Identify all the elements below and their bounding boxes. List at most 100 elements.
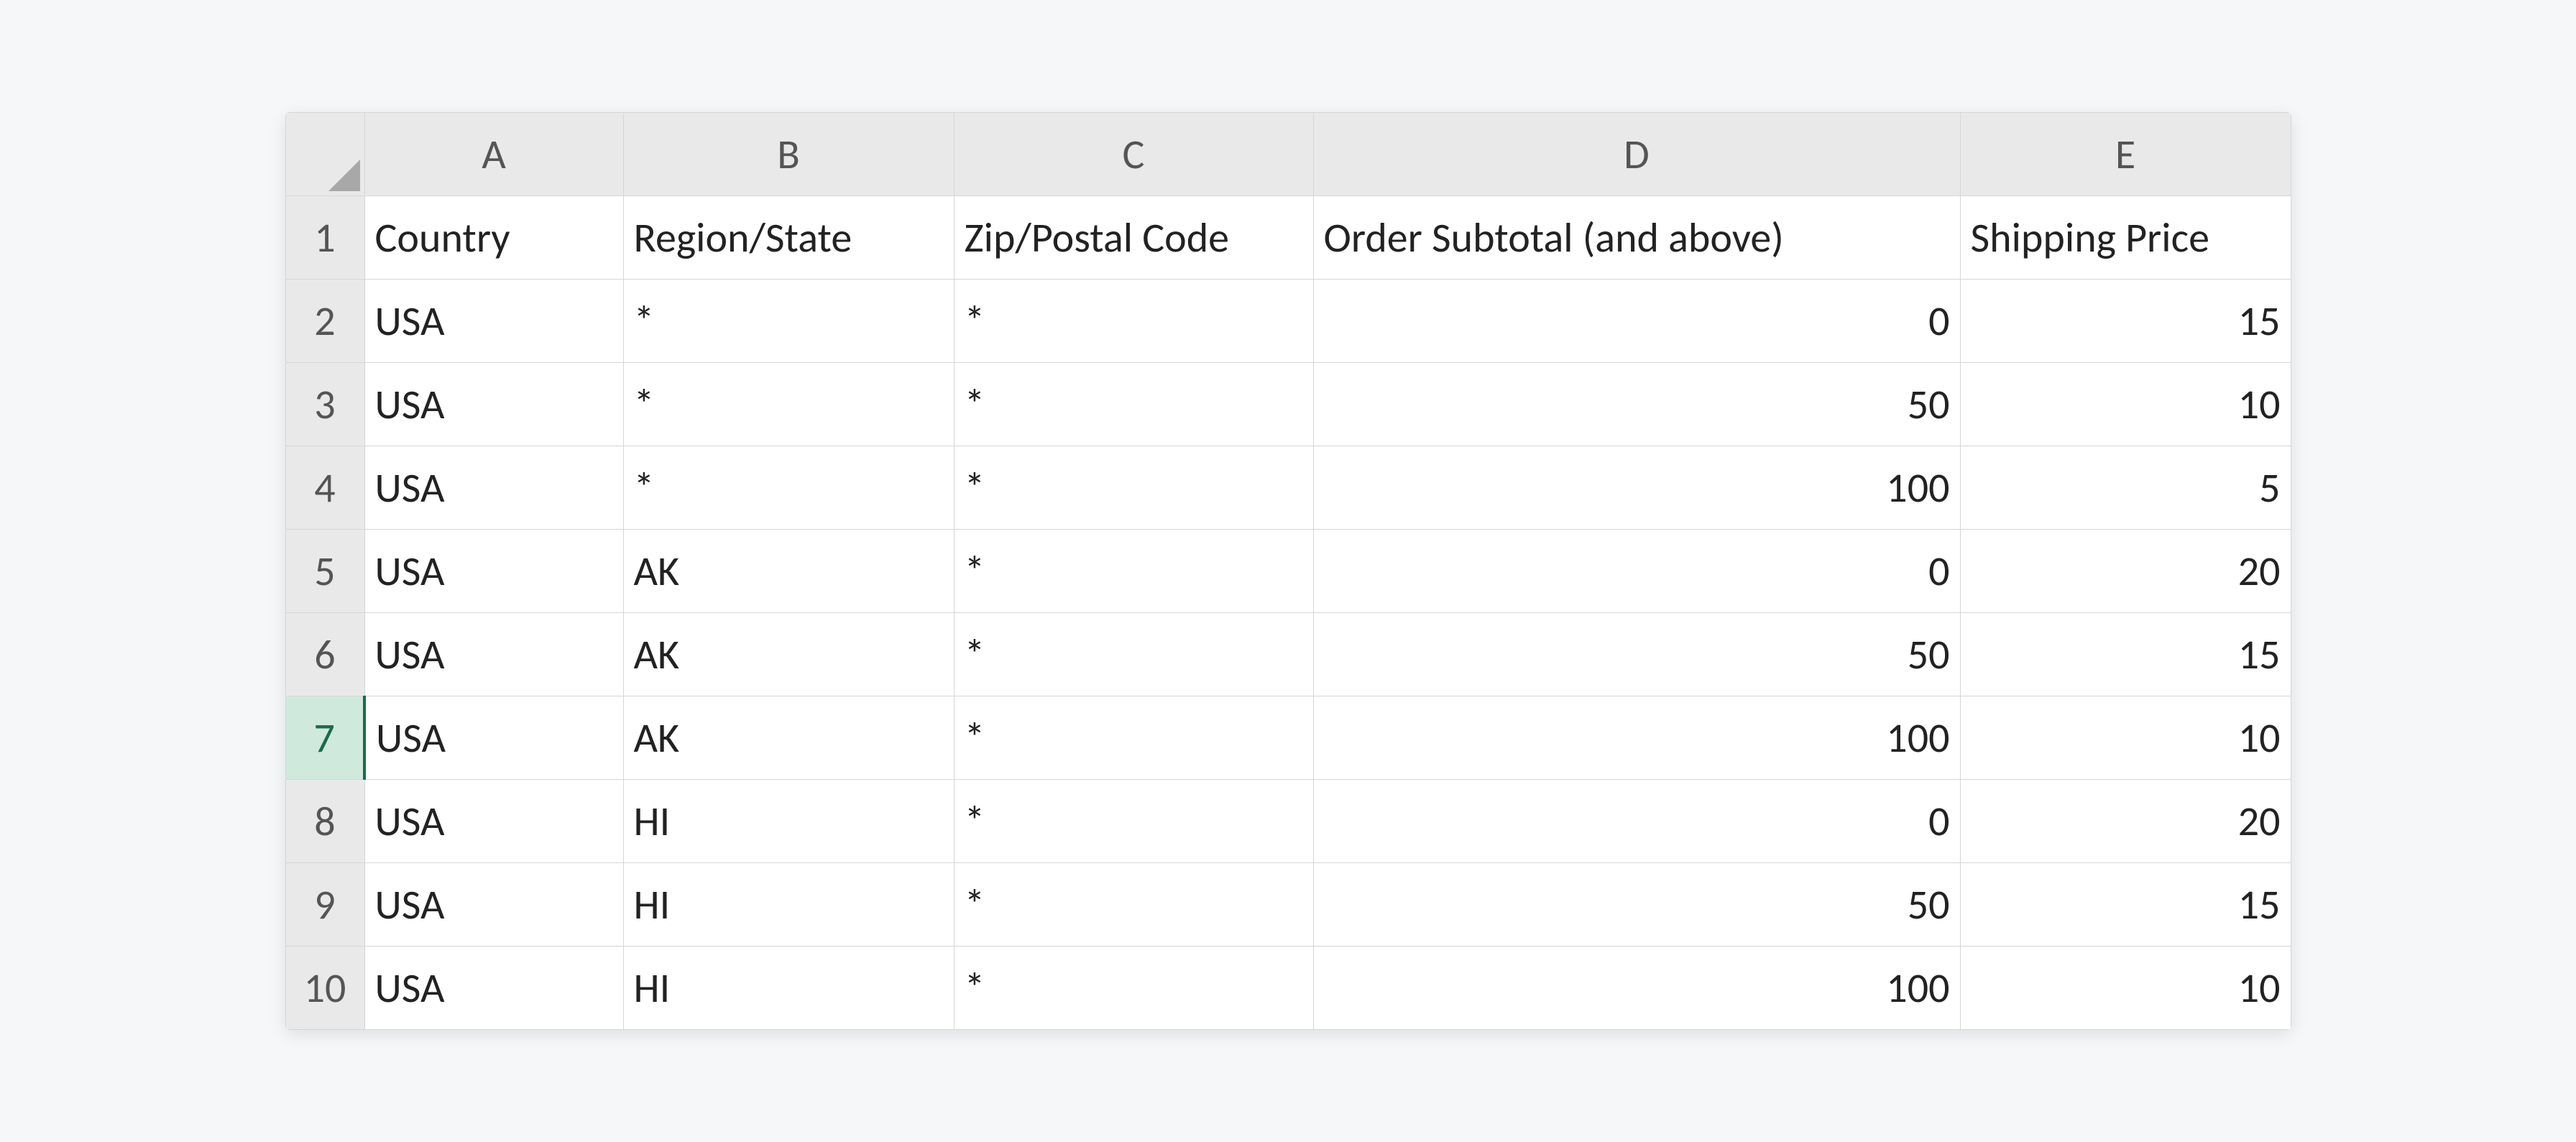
cell-e2[interactable]: 15: [1960, 280, 2291, 363]
cell-value: AK: [634, 712, 680, 763]
row-header-1[interactable]: 1: [285, 196, 364, 280]
column-header-c[interactable]: C: [954, 113, 1313, 196]
cell-b4[interactable]: *: [623, 446, 954, 530]
table-row: 4 USA * * 100 5: [285, 446, 2291, 530]
row-header-label: 10: [304, 962, 346, 1013]
cell-b2[interactable]: *: [623, 280, 954, 363]
row-header-2[interactable]: 2: [285, 280, 364, 363]
row-header-label: 5: [314, 545, 335, 597]
cell-value: *: [634, 462, 655, 513]
row-header-label: 2: [314, 295, 335, 346]
cell-value: 100: [1886, 462, 1949, 513]
column-header-d[interactable]: D: [1313, 113, 1960, 196]
row-header-10[interactable]: 10: [285, 947, 364, 1030]
cell-d8[interactable]: 0: [1313, 780, 1960, 863]
cell-e9[interactable]: 15: [1960, 863, 2291, 947]
row-header-8[interactable]: 8: [285, 780, 364, 863]
cell-value: 15: [2238, 295, 2281, 346]
column-header-label: C: [1123, 129, 1145, 180]
table-row: 9 USA HI * 50 15: [285, 863, 2291, 947]
cell-a1[interactable]: Country: [364, 196, 623, 280]
cell-b6[interactable]: AK: [623, 613, 954, 696]
row-header-7[interactable]: 7: [285, 696, 364, 780]
row-header-3[interactable]: 3: [285, 363, 364, 446]
cell-value: *: [965, 379, 985, 430]
cell-a4[interactable]: USA: [364, 446, 623, 530]
cell-a6[interactable]: USA: [364, 613, 623, 696]
cell-c9[interactable]: *: [954, 863, 1313, 947]
cell-value: Order Subtotal (and above): [1324, 212, 1784, 263]
cell-a8[interactable]: USA: [364, 780, 623, 863]
cell-value: USA: [375, 629, 445, 680]
cell-d4[interactable]: 100: [1313, 446, 1960, 530]
row-header-4[interactable]: 4: [285, 446, 364, 530]
column-header-a[interactable]: A: [364, 113, 623, 196]
table-row: 6 USA AK * 50 15: [285, 613, 2291, 696]
cell-e7[interactable]: 10: [1960, 696, 2291, 780]
cell-d6[interactable]: 50: [1313, 613, 1960, 696]
cell-d9[interactable]: 50: [1313, 863, 1960, 947]
cell-c6[interactable]: *: [954, 613, 1313, 696]
cell-a9[interactable]: USA: [364, 863, 623, 947]
cell-d1[interactable]: Order Subtotal (and above): [1313, 196, 1960, 280]
cell-b9[interactable]: HI: [623, 863, 954, 947]
cell-d5[interactable]: 0: [1313, 530, 1960, 613]
cell-value: AK: [634, 545, 680, 597]
row-header-label: 6: [314, 629, 335, 680]
cell-value: *: [965, 879, 985, 930]
cell-value: USA: [375, 962, 445, 1013]
cell-a5[interactable]: USA: [364, 530, 623, 613]
cell-b8[interactable]: HI: [623, 780, 954, 863]
row-header-6[interactable]: 6: [285, 613, 364, 696]
cell-value: *: [965, 796, 985, 847]
spreadsheet-grid[interactable]: A B C D E 1 Country Region/State Zip/Pos…: [285, 112, 2291, 1030]
column-header-b[interactable]: B: [623, 113, 954, 196]
cell-c7[interactable]: *: [954, 696, 1313, 780]
cell-e3[interactable]: 10: [1960, 363, 2291, 446]
cell-e10[interactable]: 10: [1960, 947, 2291, 1030]
cell-b7[interactable]: AK: [623, 696, 954, 780]
cell-e5[interactable]: 20: [1960, 530, 2291, 613]
cell-c1[interactable]: Zip/Postal Code: [954, 196, 1313, 280]
cell-value: Zip/Postal Code: [965, 212, 1230, 263]
column-header-e[interactable]: E: [1960, 113, 2291, 196]
table-row: 10 USA HI * 100 10: [285, 947, 2291, 1030]
column-header-label: E: [2115, 129, 2135, 180]
cell-value: *: [965, 545, 985, 597]
cell-a7[interactable]: USA: [364, 696, 623, 780]
cell-c8[interactable]: *: [954, 780, 1313, 863]
cell-e1[interactable]: Shipping Price: [1960, 196, 2291, 280]
cell-d2[interactable]: 0: [1313, 280, 1960, 363]
table-row: 1 Country Region/State Zip/Postal Code O…: [285, 196, 2291, 280]
cell-d7[interactable]: 100: [1313, 696, 1960, 780]
cell-d10[interactable]: 100: [1313, 947, 1960, 1030]
cell-a10[interactable]: USA: [364, 947, 623, 1030]
row-header-label: 7: [314, 712, 335, 763]
cell-value: USA: [375, 295, 445, 346]
cell-value: 10: [2238, 379, 2281, 430]
cell-e6[interactable]: 15: [1960, 613, 2291, 696]
cell-b1[interactable]: Region/State: [623, 196, 954, 280]
select-all-corner[interactable]: [285, 113, 364, 196]
cell-b5[interactable]: AK: [623, 530, 954, 613]
cell-c3[interactable]: *: [954, 363, 1313, 446]
cell-b3[interactable]: *: [623, 363, 954, 446]
cell-value: 15: [2238, 629, 2281, 680]
cell-c4[interactable]: *: [954, 446, 1313, 530]
cell-value: 15: [2238, 879, 2281, 930]
cell-e4[interactable]: 5: [1960, 446, 2291, 530]
cell-c2[interactable]: *: [954, 280, 1313, 363]
cell-d3[interactable]: 50: [1313, 363, 1960, 446]
table-row: 7 USA AK * 100 10: [285, 696, 2291, 780]
cell-c10[interactable]: *: [954, 947, 1313, 1030]
row-header-9[interactable]: 9: [285, 863, 364, 947]
cell-b10[interactable]: HI: [623, 947, 954, 1030]
spreadsheet[interactable]: A B C D E 1 Country Region/State Zip/Pos…: [285, 112, 2291, 1030]
cell-c5[interactable]: *: [954, 530, 1313, 613]
cell-e8[interactable]: 20: [1960, 780, 2291, 863]
row-header-5[interactable]: 5: [285, 530, 364, 613]
cell-a3[interactable]: USA: [364, 363, 623, 446]
cell-a2[interactable]: USA: [364, 280, 623, 363]
column-header-row: A B C D E: [285, 113, 2291, 196]
cell-value: 5: [2259, 462, 2280, 513]
